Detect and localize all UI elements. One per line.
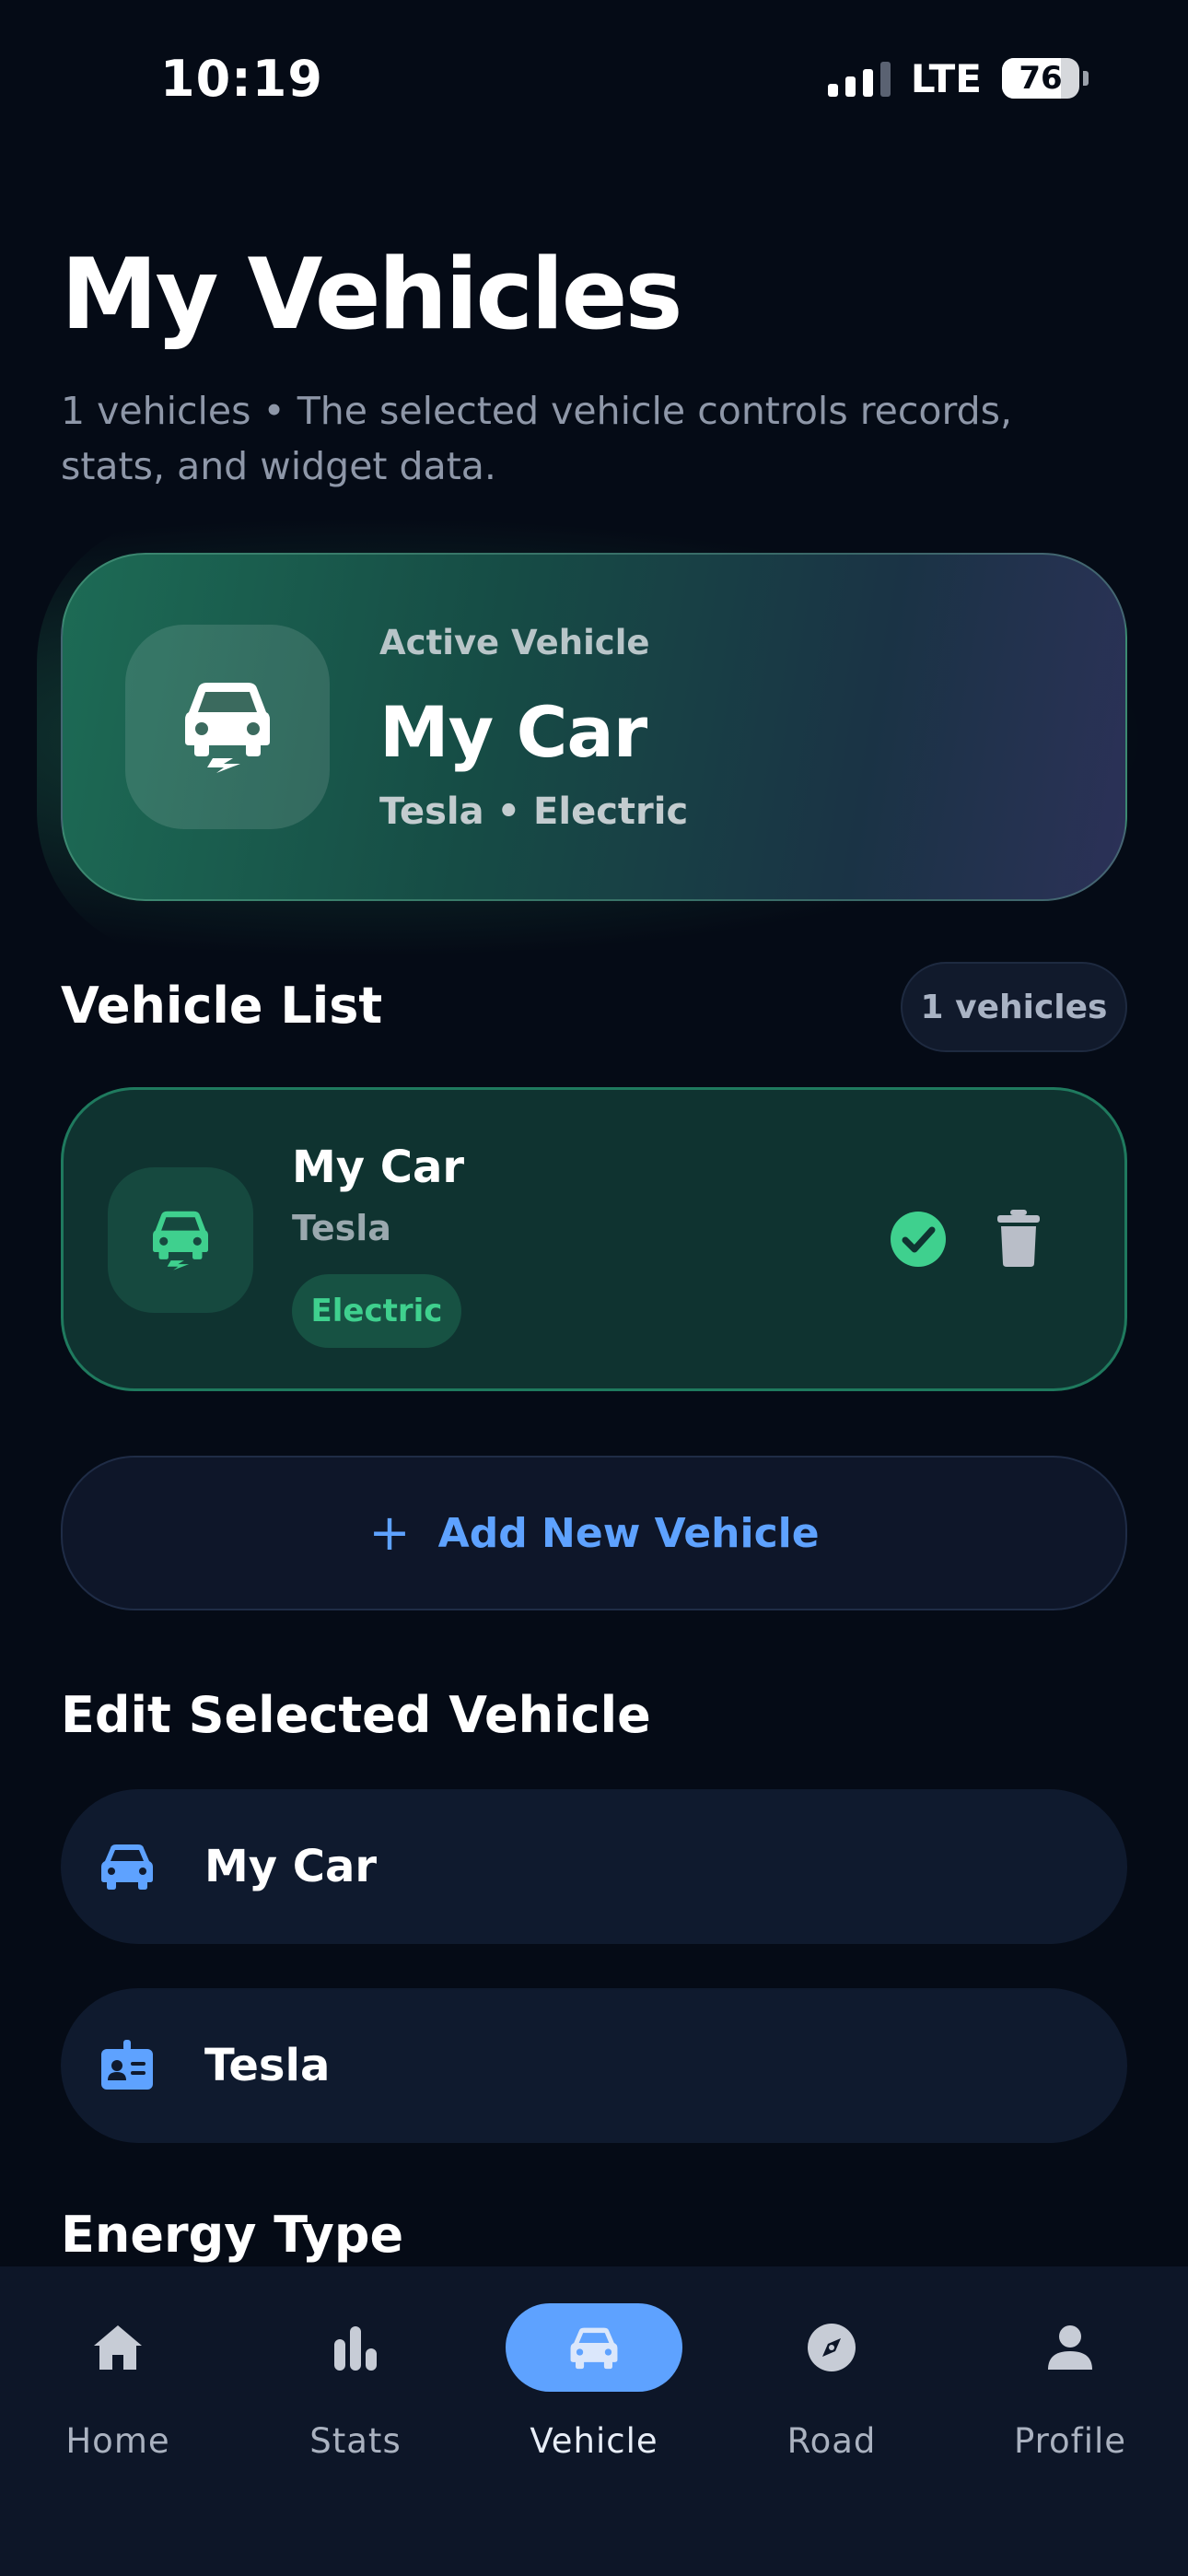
battery-icon: 76	[1002, 58, 1089, 99]
vehicle-count-badge: 1 vehicles	[901, 962, 1127, 1052]
car-icon	[570, 2327, 618, 2370]
selected-check-icon[interactable]	[889, 1210, 948, 1269]
stats-icon	[334, 2326, 377, 2371]
compass-icon	[808, 2324, 856, 2371]
battery-level: 76	[1019, 60, 1063, 97]
id-badge-icon	[101, 2040, 153, 2090]
vehicles-screen: 10:19 LTE 76 My Vehicles 1 vehicles • Th…	[0, 0, 1188, 2576]
tab-profile[interactable]: Profile	[964, 2303, 1176, 2488]
status-indicators: LTE 76	[827, 53, 1089, 103]
add-new-vehicle-label: Add New Vehicle	[437, 1509, 820, 1557]
network-type: LTE	[910, 55, 982, 101]
active-vehicle-meta: Tesla • Electric	[379, 790, 689, 833]
electric-car-icon	[153, 1211, 208, 1270]
tab-home-label: Home	[65, 2421, 170, 2461]
electric-car-icon	[185, 683, 270, 773]
home-icon	[94, 2325, 142, 2370]
tab-profile-label: Profile	[1013, 2421, 1127, 2461]
vehicle-brand-field[interactable]: Tesla	[61, 1988, 1127, 2143]
status-time: 10:19	[160, 50, 323, 108]
add-new-vehicle-button[interactable]: + Add New Vehicle	[61, 1456, 1127, 1610]
plus-icon: +	[368, 1504, 411, 1562]
active-vehicle-card[interactable]: Active Vehicle My Car Tesla • Electric	[61, 553, 1127, 901]
edit-vehicle-title: Edit Selected Vehicle	[61, 1686, 651, 1744]
person-icon	[1048, 2325, 1092, 2370]
energy-type-badge: Electric	[292, 1274, 461, 1348]
car-icon	[101, 1844, 153, 1890]
vehicle-list-item[interactable]: My Car Tesla Electric	[61, 1087, 1127, 1391]
vehicle-item-name: My Car	[292, 1142, 465, 1193]
tab-stats-label: Stats	[309, 2421, 402, 2461]
page-title: My Vehicles	[61, 238, 683, 351]
vehicle-name-value: My Car	[204, 1841, 378, 1892]
trash-icon[interactable]	[996, 1210, 1042, 1267]
tab-vehicle[interactable]: Vehicle	[488, 2303, 700, 2488]
page-subtitle: 1 vehicles • The selected vehicle contro…	[61, 389, 1013, 488]
vehicle-list-title: Vehicle List	[61, 977, 383, 1035]
tab-stats[interactable]: Stats	[250, 2303, 461, 2488]
tab-home[interactable]: Home	[12, 2303, 224, 2488]
active-vehicle-icon-box	[125, 625, 330, 829]
vehicle-item-icon-box	[108, 1167, 253, 1313]
vehicle-brand-value: Tesla	[204, 2040, 331, 2091]
tab-road-label: Road	[786, 2421, 877, 2461]
active-vehicle-label: Active Vehicle	[379, 623, 650, 662]
energy-type-title: Energy Type	[61, 2206, 404, 2264]
vehicle-item-make: Tesla	[292, 1208, 391, 1248]
tab-vehicle-label: Vehicle	[530, 2421, 658, 2461]
bottom-tab-bar: Home Stats Vehicle Road Profile	[0, 2266, 1188, 2576]
cellular-signal-icon	[827, 60, 891, 97]
vehicle-name-field[interactable]: My Car	[61, 1789, 1127, 1944]
active-vehicle-name: My Car	[379, 691, 647, 773]
tab-road[interactable]: Road	[726, 2303, 938, 2488]
